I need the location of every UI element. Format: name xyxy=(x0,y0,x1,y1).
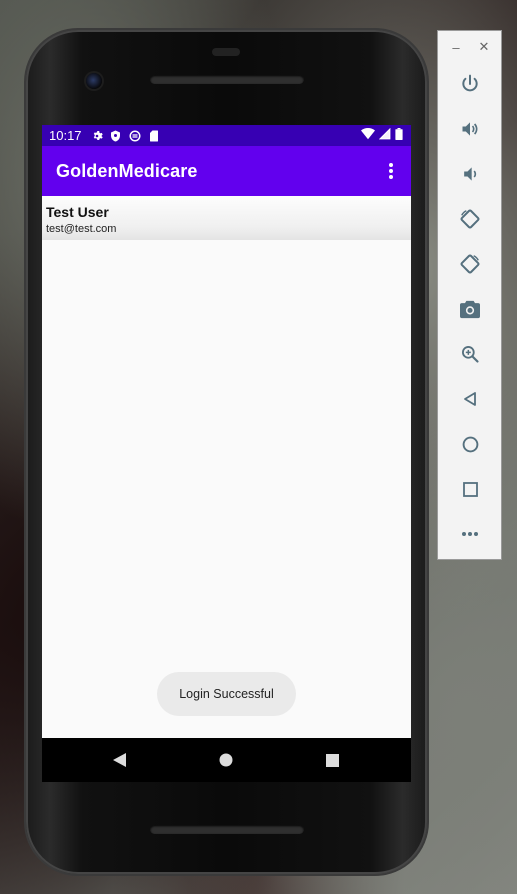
status-right-icons xyxy=(361,127,403,143)
emulator-control-panel: – ✕ xyxy=(437,30,502,560)
data-saver-icon xyxy=(128,129,142,143)
rotate-left-icon[interactable] xyxy=(458,207,482,231)
volume-down-icon[interactable] xyxy=(458,162,482,186)
app-bar: GoldenMedicare xyxy=(42,146,411,196)
minimize-icon[interactable]: – xyxy=(448,39,464,55)
bottom-speaker-grille xyxy=(150,825,304,834)
list-item[interactable]: Test User test@test.com xyxy=(42,196,411,240)
more-vert-icon[interactable] xyxy=(381,159,401,183)
home-icon[interactable] xyxy=(458,432,482,456)
close-icon[interactable]: ✕ xyxy=(476,39,492,55)
screenshot-icon[interactable] xyxy=(458,297,482,321)
wifi-icon xyxy=(361,128,375,143)
battery-icon xyxy=(395,128,403,143)
settings-icon xyxy=(90,129,104,143)
home-icon[interactable] xyxy=(217,751,235,769)
power-icon[interactable] xyxy=(458,72,482,96)
front-camera xyxy=(86,73,102,89)
device-screen: 10:17 GoldenMedicare Test User test@test… xyxy=(42,125,411,738)
shield-icon xyxy=(109,129,123,143)
signal-icon xyxy=(378,127,391,143)
back-icon[interactable] xyxy=(110,751,128,769)
user-email: test@test.com xyxy=(46,223,117,235)
volume-up-icon[interactable] xyxy=(458,117,482,141)
overview-icon[interactable] xyxy=(458,477,482,501)
status-time: 10:17 xyxy=(49,128,82,143)
back-icon[interactable] xyxy=(458,387,482,411)
device-top-button xyxy=(212,48,240,56)
rotate-right-icon[interactable] xyxy=(458,252,482,276)
top-speaker-grille xyxy=(150,75,304,84)
recents-icon[interactable] xyxy=(323,751,341,769)
status-bar: 10:17 xyxy=(42,125,411,146)
more-icon[interactable] xyxy=(458,522,482,546)
navigation-bar xyxy=(42,738,411,782)
app-title: GoldenMedicare xyxy=(56,161,198,181)
toast-message: Login Successful xyxy=(157,672,296,716)
sd-card-icon xyxy=(147,129,161,143)
user-name: Test User xyxy=(46,204,109,220)
zoom-icon[interactable] xyxy=(458,342,482,366)
